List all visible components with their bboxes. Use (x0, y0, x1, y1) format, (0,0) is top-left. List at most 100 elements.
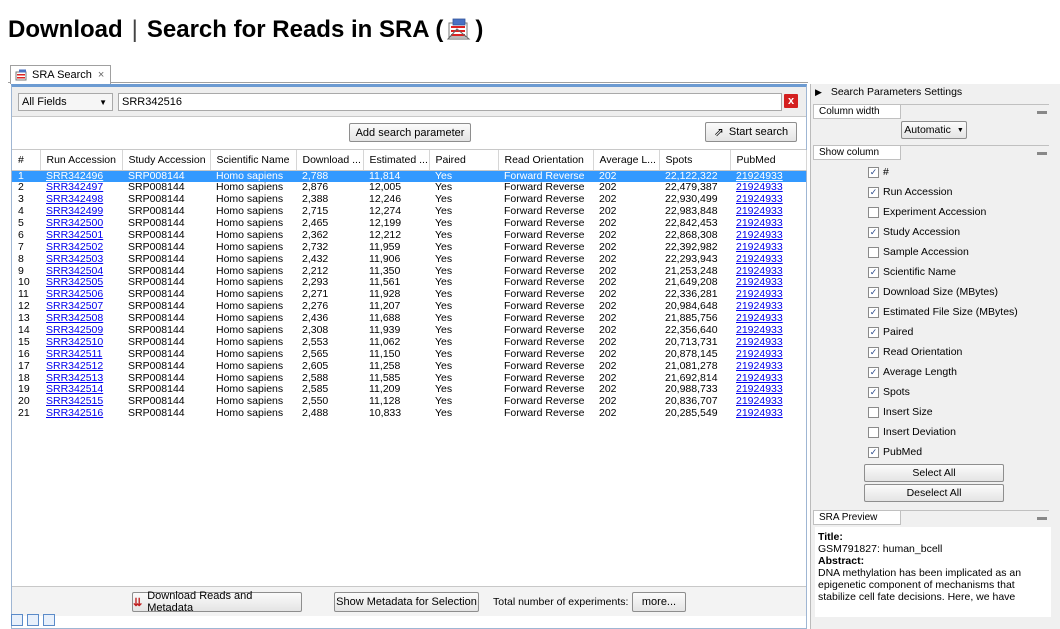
table-row[interactable]: 15 SRR342510 SRP008144 Homo sapiens 2,553 11,… (12, 336, 806, 348)
column-header[interactable]: Average L... (593, 150, 660, 171)
results-table-container[interactable]: # Run Accession Study Accession Scientific … (12, 149, 807, 579)
checkbox[interactable]: ✓ (868, 286, 879, 298)
show-column-checkbox-row[interactable]: ✓ Study Accession (868, 224, 960, 240)
checkbox[interactable] (868, 206, 879, 218)
run-accession-link[interactable]: SRR342507 (46, 301, 103, 312)
table-row[interactable]: 11 SRR342506 SRP008144 Homo sapiens 2,271 11,… (12, 289, 806, 301)
show-column-checkbox-row[interactable]: Insert Deviation (868, 424, 956, 440)
run-accession-link[interactable]: SRR342502 (46, 241, 103, 252)
table-row[interactable]: 8 SRR342503 SRP008144 Homo sapiens 2,432 11,9… (12, 253, 806, 265)
column-header[interactable]: Run Accession (40, 150, 123, 171)
run-accession-link[interactable]: SRR342497 (46, 182, 103, 193)
table-row[interactable]: 13 SRR342508 SRP008144 Homo sapiens 2,436 11,… (12, 313, 806, 325)
more-button[interactable]: more... (632, 592, 686, 612)
run-accession-link[interactable]: SRR342499 (46, 206, 103, 217)
table-row[interactable]: 19 SRR342514 SRP008144 Homo sapiens 2,585 11,… (12, 384, 806, 396)
pubmed-link[interactable]: 21924933 (736, 206, 783, 217)
column-header[interactable]: Estimated ... (363, 150, 430, 171)
run-accession-link[interactable]: SRR342516 (46, 408, 103, 419)
run-accession-link[interactable]: SRR342505 (46, 277, 103, 288)
panel-title[interactable]: ▶ Search Parameters Settings (815, 86, 962, 98)
deselect-all-button[interactable]: Deselect All (864, 484, 1004, 502)
pubmed-link[interactable]: 21924933 (736, 372, 783, 383)
checkbox[interactable]: ✓ (868, 166, 879, 178)
pubmed-link[interactable]: 21924933 (736, 218, 783, 229)
table-row[interactable]: 17 SRR342512 SRP008144 Homo sapiens 2,605 11,… (12, 360, 806, 372)
show-column-checkbox-row[interactable]: ✓ Spots (868, 384, 910, 400)
column-header[interactable]: Spots (659, 150, 731, 171)
clear-search-icon[interactable]: x (784, 94, 798, 108)
table-row[interactable]: 2 SRR342497 SRP008144 Homo sapiens 2,876 12,0… (12, 182, 806, 194)
history-view-icon[interactable] (27, 614, 39, 626)
table-row[interactable]: 3 SRR342498 SRP008144 Homo sapiens 2,388 12,2… (12, 194, 806, 206)
pubmed-link[interactable]: 21924933 (736, 229, 783, 240)
run-accession-link[interactable]: SRR342511 (46, 348, 102, 359)
run-accession-link[interactable]: SRR342515 (46, 396, 103, 407)
select-all-button[interactable]: Select All (864, 464, 1004, 482)
table-row[interactable]: 7 SRR342502 SRP008144 Homo sapiens 2,732 11,9… (12, 241, 806, 253)
show-column-checkbox-row[interactable]: ✓ Read Orientation (868, 344, 962, 360)
column-header[interactable]: # (12, 150, 41, 171)
run-accession-link[interactable]: SRR342503 (46, 253, 103, 264)
show-column-checkbox-row[interactable]: ✓ Paired (868, 324, 913, 340)
pubmed-link[interactable]: 21924933 (736, 360, 783, 371)
pubmed-link[interactable]: 21924933 (736, 336, 783, 347)
checkbox[interactable]: ✓ (868, 446, 879, 458)
table-row[interactable]: 21 SRR342516 SRP008144 Homo sapiens 2,488 10,… (12, 408, 806, 420)
run-accession-link[interactable]: SRR342498 (46, 194, 103, 205)
table-row[interactable]: 16 SRR342511 SRP008144 Homo sapiens 2,565 11,… (12, 348, 806, 360)
pubmed-link[interactable]: 21924933 (736, 325, 783, 336)
pubmed-link[interactable]: 21924933 (736, 384, 783, 395)
show-column-checkbox-row[interactable]: ✓ Run Accession (868, 184, 952, 200)
pubmed-link[interactable]: 21924933 (736, 194, 783, 205)
column-header[interactable]: Paired (429, 150, 499, 171)
column-header[interactable]: Read Orientation (498, 150, 594, 171)
table-row[interactable]: 20 SRR342515 SRP008144 Homo sapiens 2,550 11,… (12, 396, 806, 408)
run-accession-link[interactable]: SRR342508 (46, 313, 103, 324)
run-accession-link[interactable]: SRR342514 (46, 384, 103, 395)
table-row[interactable]: 4 SRR342499 SRP008144 Homo sapiens 2,715 12,2… (12, 206, 806, 218)
table-row[interactable]: 5 SRR342500 SRP008144 Homo sapiens 2,465 12,1… (12, 218, 806, 230)
add-search-parameter-button[interactable]: Add search parameter (349, 123, 471, 142)
tab-close-icon[interactable]: × (98, 69, 104, 81)
show-column-checkbox-row[interactable]: ✓ Estimated File Size (MBytes) (868, 304, 1018, 320)
pubmed-link[interactable]: 21924933 (736, 301, 783, 312)
show-column-checkbox-row[interactable]: Sample Accession (868, 244, 969, 260)
checkbox[interactable] (868, 246, 879, 258)
column-header[interactable]: Scientific Name (210, 150, 297, 171)
table-row[interactable]: 9 SRR342504 SRP008144 Homo sapiens 2,212 11,3… (12, 265, 806, 277)
run-accession-link[interactable]: SRR342501 (46, 229, 103, 240)
pubmed-link[interactable]: 21924933 (736, 170, 783, 182)
pubmed-link[interactable]: 21924933 (736, 396, 783, 407)
checkbox[interactable]: ✓ (868, 186, 879, 198)
table-row[interactable]: 14 SRR342509 SRP008144 Homo sapiens 2,308 11,… (12, 325, 806, 337)
column-header[interactable]: Download ... (296, 150, 364, 171)
column-header[interactable]: Study Accession (122, 150, 211, 171)
checkbox[interactable] (868, 426, 879, 438)
run-accession-link[interactable]: SRR342500 (46, 218, 103, 229)
show-column-checkbox-row[interactable]: ✓ # (868, 164, 889, 180)
run-accession-link[interactable]: SRR342504 (46, 265, 103, 276)
tab-sra-search[interactable]: SRA Search × (10, 65, 112, 84)
table-row[interactable]: 12 SRR342507 SRP008144 Homo sapiens 2,276 11,… (12, 301, 806, 313)
pubmed-link[interactable]: 21924933 (736, 348, 783, 359)
run-accession-link[interactable]: SRR342513 (46, 372, 103, 383)
run-accession-link[interactable]: SRR342509 (46, 325, 103, 336)
show-column-checkbox-row[interactable]: ✓ PubMed (868, 444, 922, 460)
show-column-checkbox-row[interactable]: ✓ Download Size (MBytes) (868, 284, 998, 300)
column-header[interactable]: PubMed (730, 150, 807, 171)
table-row[interactable]: 6 SRR342501 SRP008144 Homo sapiens 2,362 12,2… (12, 229, 806, 241)
pubmed-link[interactable]: 21924933 (736, 182, 783, 193)
run-accession-link[interactable]: SRR342496 (46, 170, 103, 182)
checkbox[interactable]: ✓ (868, 366, 879, 378)
checkbox[interactable]: ✓ (868, 346, 879, 358)
checkbox[interactable]: ✓ (868, 266, 879, 278)
table-view-icon[interactable] (11, 614, 23, 626)
show-metadata-button[interactable]: Show Metadata for Selection (334, 592, 479, 612)
pubmed-link[interactable]: 21924933 (736, 277, 783, 288)
run-accession-link[interactable]: SRR342506 (46, 289, 103, 300)
checkbox[interactable]: ✓ (868, 326, 879, 338)
pubmed-link[interactable]: 21924933 (736, 241, 783, 252)
pubmed-link[interactable]: 21924933 (736, 289, 783, 300)
pubmed-link[interactable]: 21924933 (736, 408, 783, 419)
